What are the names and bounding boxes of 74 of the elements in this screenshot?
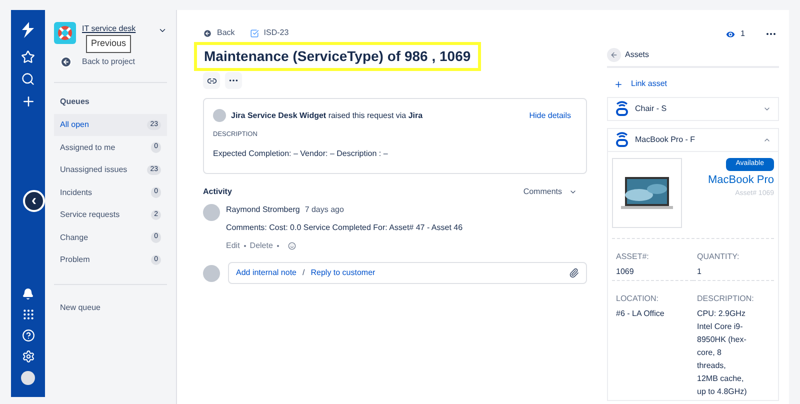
logo-icon — [21, 22, 35, 38]
more-button[interactable] — [225, 72, 242, 89]
asset-header[interactable]: MacBook Pro - F — [608, 129, 778, 151]
apps-icon[interactable] — [22, 308, 34, 321]
help-icon[interactable] — [22, 329, 34, 342]
avatar — [203, 264, 220, 282]
link-asset-link[interactable]: Link asset — [631, 78, 668, 90]
arrow-left-icon — [610, 51, 618, 59]
field-label: DESCRIPTION: — [697, 293, 755, 305]
reply-link[interactable]: Reply to customer — [310, 267, 376, 279]
asset-title[interactable]: MacBook Pro — [708, 172, 774, 188]
comment-body: Comments: Cost: 0.0 Service Completed For: Asset# 47 - Asset 46 — [226, 222, 463, 234]
back-link[interactable]: Back — [217, 27, 235, 39]
tooltip: Previous — [86, 35, 132, 52]
search-icon[interactable] — [21, 72, 35, 86]
task-icon — [250, 28, 259, 38]
comment-action[interactable]: Edit — [226, 240, 240, 252]
hide-details-link[interactable]: Hide details — [529, 110, 571, 122]
field-label: ASSET#: — [616, 251, 650, 263]
field-value: 1069 — [616, 267, 635, 276]
attachment-icon[interactable] — [569, 268, 579, 278]
issue-title: Maintenance (ServiceType) of 986 , 1069 — [204, 47, 471, 66]
field-value: 12MB cache, — [697, 374, 745, 383]
back-button[interactable] — [607, 48, 621, 62]
comment-box[interactable]: Add internal note / Reply to customer — [228, 262, 587, 284]
activity-heading: Activity — [203, 186, 233, 198]
create-icon[interactable] — [20, 94, 36, 109]
field-value: Intel Core i9- — [697, 322, 744, 331]
description-text: Expected Completion: – Vendor: – Description : – — [213, 148, 389, 160]
field-value: CPU: 2.9GHz — [697, 309, 746, 318]
field-value: threads, — [697, 361, 727, 370]
asset-icon — [615, 132, 629, 148]
chevron-down-icon — [763, 105, 771, 113]
link-icon — [206, 76, 216, 86]
avatar — [203, 204, 220, 221]
queues-heading: Queues — [59, 96, 90, 108]
avatar — [213, 109, 226, 122]
field-value: 1 — [697, 267, 702, 276]
field-value: 8950HK (hex- — [697, 335, 748, 344]
field-value: core, 8 — [697, 348, 722, 357]
watch-icon[interactable] — [724, 28, 736, 40]
project-name[interactable]: IT service desk — [82, 23, 136, 35]
comment-action[interactable]: Delete — [250, 240, 273, 252]
field-label: LOCATION: — [616, 293, 660, 305]
comments-dropdown[interactable]: Comments — [523, 186, 577, 198]
chevron-icon — [569, 188, 577, 196]
comment-time: 7 days ago — [304, 204, 344, 216]
new-queue-link[interactable]: New queue — [60, 302, 100, 312]
plus-icon[interactable] — [614, 80, 623, 88]
link-button[interactable] — [203, 72, 220, 89]
field-label: QUANTITY: — [697, 251, 740, 263]
back-icon[interactable] — [60, 56, 72, 68]
asset-header[interactable]: Chair - S — [608, 98, 778, 120]
assets-heading: Assets — [625, 49, 650, 61]
asset-icon — [615, 101, 629, 117]
comment-author[interactable]: Raymond Stromberg — [226, 204, 300, 216]
avatar[interactable] — [21, 371, 35, 385]
emoji-icon[interactable] — [288, 242, 296, 250]
add-note-link[interactable]: Add internal note — [236, 267, 296, 279]
settings-icon[interactable] — [22, 350, 34, 363]
bell-icon[interactable] — [22, 288, 34, 300]
lifebuoy-logo — [54, 22, 76, 44]
field-value: up to 4.8GHz) — [697, 387, 748, 396]
field-value: #6 - LA Office — [616, 309, 666, 318]
asset-name: Chair - S — [635, 103, 668, 115]
back-link[interactable]: Back to project — [82, 56, 135, 68]
request-origin: Jira Service Desk Widget raised this request via Jira — [231, 110, 424, 122]
asset-name: MacBook Pro - F — [635, 134, 696, 146]
issue-key[interactable]: ISD-23 — [264, 27, 289, 39]
watcher-count: 1 — [740, 28, 745, 40]
slash: / — [302, 267, 305, 279]
chevron-up-icon — [763, 136, 771, 144]
back-icon[interactable] — [203, 28, 212, 38]
star-icon[interactable] — [21, 50, 35, 64]
